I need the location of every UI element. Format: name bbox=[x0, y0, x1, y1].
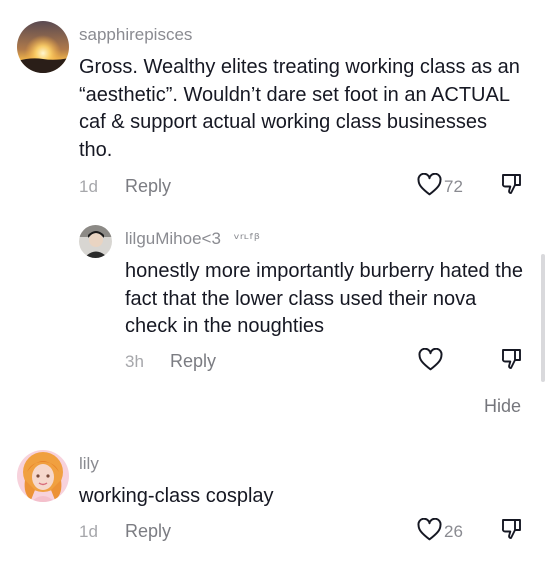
thumbs-down-outline-icon bbox=[500, 347, 524, 376]
reply-timestamp: 3h bbox=[125, 352, 144, 371]
reply-username[interactable]: lilguMihoe<3 ᵛʳᶫᶠᵝ bbox=[125, 229, 260, 249]
dislike-button[interactable] bbox=[500, 518, 526, 544]
reply-button[interactable]: Reply bbox=[125, 176, 171, 197]
comment-username[interactable]: lily bbox=[79, 454, 99, 474]
hide-replies-button[interactable]: Hide bbox=[484, 396, 521, 417]
heart-outline-icon bbox=[418, 347, 443, 376]
avatar-sapphirepisces[interactable] bbox=[17, 21, 69, 73]
like-button[interactable]: 72 bbox=[417, 172, 463, 201]
dislike-button[interactable] bbox=[500, 348, 526, 374]
avatar-lilgumihoe[interactable] bbox=[79, 225, 112, 258]
like-count: 26 bbox=[444, 522, 463, 541]
scrollbar[interactable] bbox=[541, 254, 545, 382]
like-button[interactable]: 26 bbox=[417, 517, 463, 546]
heart-outline-icon bbox=[417, 517, 442, 546]
comment-username[interactable]: sapphirepisces bbox=[79, 25, 192, 45]
comment-timestamp: 1d bbox=[79, 522, 98, 541]
comment-timestamp: 1d bbox=[79, 177, 98, 196]
thumbs-down-outline-icon bbox=[500, 172, 524, 201]
reply-button[interactable]: Reply bbox=[125, 521, 171, 542]
reply-username-text: lilguMihoe<3 bbox=[125, 229, 221, 248]
comment-text: working-class cosplay bbox=[79, 485, 274, 507]
illustrated-avatar-image bbox=[17, 450, 69, 502]
like-count: 72 bbox=[444, 177, 463, 196]
sunset-avatar-image bbox=[17, 21, 69, 73]
avatar-lily[interactable] bbox=[17, 450, 69, 502]
like-button[interactable] bbox=[418, 347, 443, 376]
comment-text: Gross. Wealthy elites treating working c… bbox=[79, 56, 520, 161]
thumbs-down-outline-icon bbox=[500, 517, 524, 546]
username-decoration: ᵛʳᶫᶠᵝ bbox=[233, 230, 260, 248]
heart-outline-icon bbox=[417, 172, 442, 201]
person-avatar-image bbox=[79, 225, 112, 258]
dislike-button[interactable] bbox=[500, 173, 526, 199]
reply-text: honestly more importantly burberry hated… bbox=[125, 260, 523, 337]
reply-button[interactable]: Reply bbox=[170, 351, 216, 372]
